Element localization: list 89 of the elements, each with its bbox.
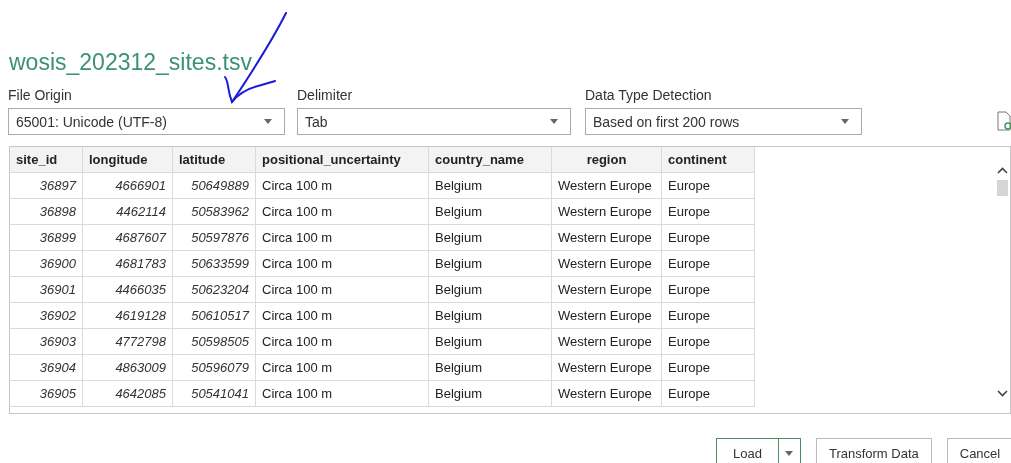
table-cell: 50596079 xyxy=(172,354,256,381)
column-header[interactable]: continent xyxy=(661,147,755,173)
table-cell: 36905 xyxy=(10,380,83,407)
table-cell: 36899 xyxy=(10,224,83,251)
caret-icon xyxy=(550,119,558,124)
table-cell: Europe xyxy=(661,354,755,381)
dropdown[interactable]: Tab xyxy=(297,108,571,135)
table-cell: Circa 100 m xyxy=(255,198,429,225)
dropdown[interactable]: Based on first 200 rows xyxy=(585,108,862,135)
column-header[interactable]: site_id xyxy=(10,147,83,173)
table-cell: Western Europe xyxy=(551,302,662,329)
table-cell: Circa 100 m xyxy=(255,380,429,407)
caret-icon xyxy=(841,119,849,124)
table-cell: Western Europe xyxy=(551,328,662,355)
table-cell: 4619128 xyxy=(82,302,173,329)
table-cell: 50541041 xyxy=(172,380,256,407)
table-cell: Europe xyxy=(661,328,755,355)
dialog-button[interactable]: Cancel xyxy=(946,438,1011,463)
table-cell: 50610517 xyxy=(172,302,256,329)
table-cell: Western Europe xyxy=(551,224,662,251)
table-cell: Europe xyxy=(661,250,755,277)
table-cell: Belgium xyxy=(428,276,552,303)
table-cell: 36900 xyxy=(10,250,83,277)
scroll-thumb[interactable] xyxy=(997,180,1008,196)
table-cell: Circa 100 m xyxy=(255,172,429,199)
table-cell: Western Europe xyxy=(551,380,662,407)
table-cell: 4462114 xyxy=(82,198,173,225)
table-cell: Circa 100 m xyxy=(255,354,429,381)
table-cell: 36902 xyxy=(10,302,83,329)
table-cell: Belgium xyxy=(428,172,552,199)
table-cell: Belgium xyxy=(428,198,552,225)
file-icon[interactable] xyxy=(997,111,1011,131)
caret-icon xyxy=(264,119,272,124)
table-cell: 36904 xyxy=(10,354,83,381)
table-cell: Circa 100 m xyxy=(255,302,429,329)
table-cell: Circa 100 m xyxy=(255,276,429,303)
table-cell: 36903 xyxy=(10,328,83,355)
table-cell: Europe xyxy=(661,198,755,225)
table-cell: Europe xyxy=(661,224,755,251)
table-cell: 4863009 xyxy=(82,354,173,381)
table-cell: 50597876 xyxy=(172,224,256,251)
column-header[interactable]: latitude xyxy=(172,147,256,173)
table-cell: 50649889 xyxy=(172,172,256,199)
table-cell: Western Europe xyxy=(551,276,662,303)
table-cell: Western Europe xyxy=(551,250,662,277)
table-cell: 50583962 xyxy=(172,198,256,225)
table-cell: 4772798 xyxy=(82,328,173,355)
table-cell: 4642085 xyxy=(82,380,173,407)
table-cell: 36897 xyxy=(10,172,83,199)
chevron-up-icon[interactable] xyxy=(997,167,1008,174)
table-cell: 36898 xyxy=(10,198,83,225)
column-header[interactable]: positional_uncertainty xyxy=(255,147,429,173)
table-cell: Circa 100 m xyxy=(255,250,429,277)
table-cell: 36901 xyxy=(10,276,83,303)
table-cell: Circa 100 m xyxy=(255,224,429,251)
table-cell: 4466035 xyxy=(82,276,173,303)
file-title: wosis_202312_sites.tsv xyxy=(9,48,252,77)
load-button[interactable]: Load xyxy=(716,438,779,463)
table-cell: Europe xyxy=(661,380,755,407)
caret-icon xyxy=(785,451,794,456)
column-header[interactable]: longitude xyxy=(82,147,173,173)
dropdown[interactable]: 65001: Unicode (UTF-8) xyxy=(8,108,285,135)
table-cell: 4681783 xyxy=(82,250,173,277)
field-label: File Origin xyxy=(8,87,73,104)
chevron-down-icon[interactable] xyxy=(997,390,1008,397)
table-cell: 50633599 xyxy=(172,250,256,277)
table-cell: Western Europe xyxy=(551,172,662,199)
table-cell: Circa 100 m xyxy=(255,328,429,355)
table-cell: 4687607 xyxy=(82,224,173,251)
table-cell: Europe xyxy=(661,172,755,199)
table-cell: 50598505 xyxy=(172,328,256,355)
table-cell: 4666901 xyxy=(82,172,173,199)
field-label: Data Type Detection xyxy=(585,87,713,104)
table-cell: Belgium xyxy=(428,302,552,329)
column-header[interactable]: region xyxy=(551,147,662,173)
table-cell: Belgium xyxy=(428,354,552,381)
dropdown-arrow-button[interactable] xyxy=(778,438,801,463)
table-cell: Western Europe xyxy=(551,198,662,225)
dialog-button[interactable]: Transform Data xyxy=(815,438,932,463)
table-cell: Belgium xyxy=(428,250,552,277)
table-cell: Europe xyxy=(661,302,755,329)
table-cell: 50623204 xyxy=(172,276,256,303)
table-cell: Belgium xyxy=(428,328,552,355)
table-cell: Europe xyxy=(661,276,755,303)
table-cell: Western Europe xyxy=(551,354,662,381)
field-label: Delimiter xyxy=(297,87,354,104)
table-cell: Belgium xyxy=(428,224,552,251)
column-header[interactable]: country_name xyxy=(428,147,552,173)
table-cell: Belgium xyxy=(428,380,552,407)
